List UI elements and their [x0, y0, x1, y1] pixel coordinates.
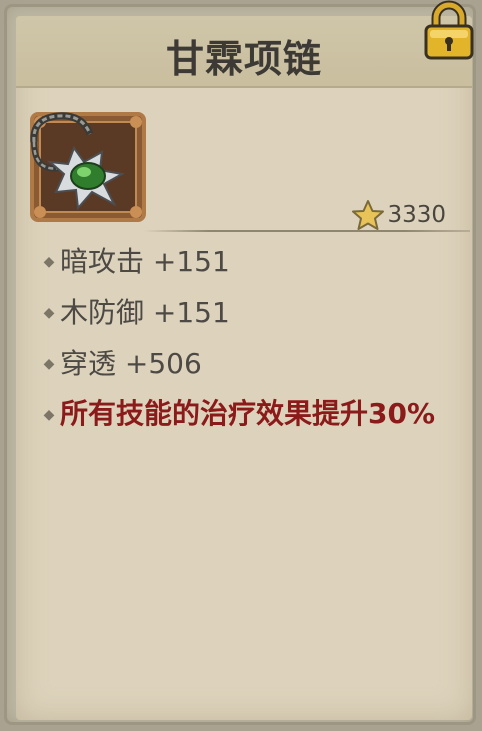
stat-row: ◆ 穿透 +506	[38, 346, 478, 382]
divider	[144, 230, 470, 232]
diamond-bullet-icon: ◆	[43, 254, 55, 270]
special-effect-row: ◆ 所有技能的治疗效果提升30%	[38, 397, 478, 433]
score-value: 3330	[387, 202, 446, 228]
stat-text: 木防御 +151	[60, 296, 230, 329]
stat-text: 穿透 +506	[60, 347, 202, 380]
diamond-bullet-icon: ◆	[43, 305, 55, 321]
diamond-bullet-icon: ◆	[43, 356, 55, 372]
lock-icon[interactable]	[420, 0, 478, 62]
item-name: 甘霖项链	[165, 37, 322, 81]
stats-list: ◆ 暗攻击 +151 ◆ 木防御 +151 ◆ 穿透 +506 ◆ 所有技能的治…	[38, 244, 478, 448]
diamond-bullet-icon: ◆	[43, 407, 55, 423]
stat-row: ◆ 暗攻击 +151	[38, 244, 478, 280]
title-bar: 甘霖项链	[16, 16, 472, 88]
item-tooltip-frame: 甘霖项链 3330 ◆ 暗攻击 +151 ◆ 木防御 +151 ◆ 穿透 +50…	[4, 4, 476, 725]
stat-row: ◆ 木防御 +151	[38, 295, 478, 331]
item-detail-panel: 甘霖项链 3330 ◆ 暗攻击 +151 ◆ 木防御 +151 ◆ 穿透 +50…	[16, 16, 472, 720]
necklace-icon	[30, 112, 146, 222]
stat-text: 暗攻击 +151	[60, 245, 230, 278]
item-score: 3330	[351, 198, 446, 232]
special-effect-text: 所有技能的治疗效果提升30%	[60, 397, 436, 430]
star-icon	[352, 200, 385, 230]
